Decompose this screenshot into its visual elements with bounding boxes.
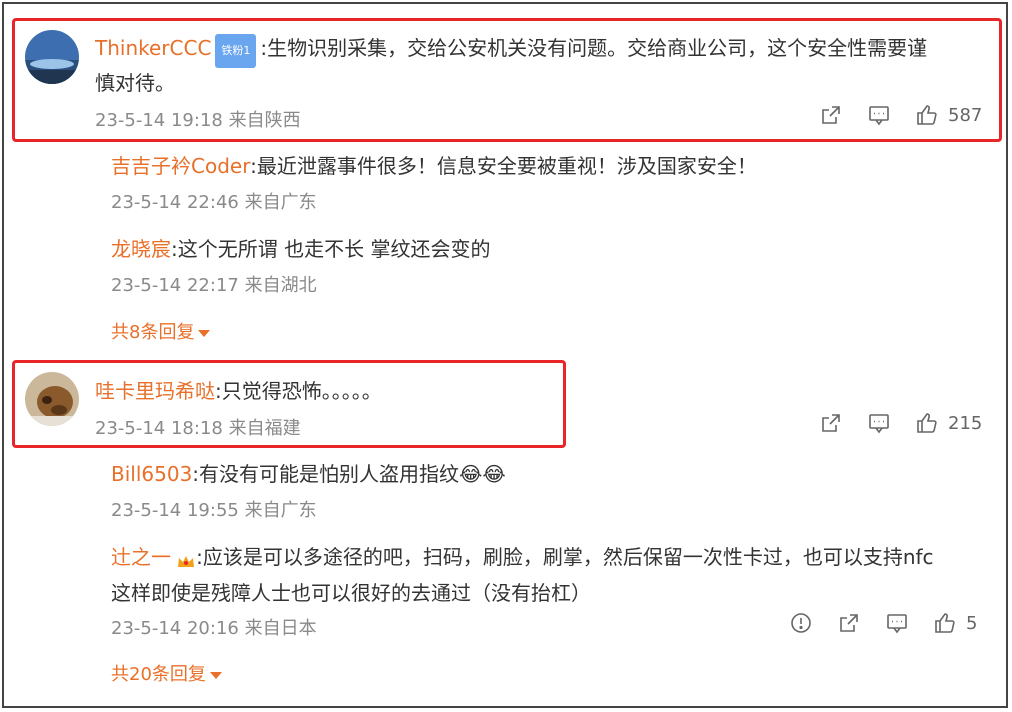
thumbs-up-icon [934,612,956,634]
reply-text: :有没有可能是怕别人盗用指纹😂😂 [192,462,506,486]
reply-2: 辻之一 :应该是可以多途径的吧，扫码，刷脸，刷掌，然后保留一次性卡过，也可以支持… [111,540,934,612]
comment-actions: 215 [820,412,982,434]
reply-username[interactable]: 龙晓宸 [111,237,171,261]
like-button[interactable]: 215 [916,412,982,434]
comment-icon[interactable] [886,612,908,634]
comment-body-2: 哇卡里玛希哒:只觉得恐怖。。。。。 [95,375,382,404]
comment-text-continued: 慎对待。 [95,70,175,95]
reply-text: :最近泄露事件很多！信息安全要被重视！涉及国家安全！ [250,154,757,178]
thumbs-up-icon [916,412,938,434]
reply-meta: 23-5-14 20:16 来自日本 [111,618,317,639]
avatar[interactable] [25,30,79,84]
reply-actions: 5 [790,612,977,634]
comment-icon[interactable] [868,412,890,434]
comment-meta: 23-5-14 19:18 来自陕西 [95,110,301,131]
comment-actions: 587 [820,104,982,126]
reply-meta: 23-5-14 19:55 来自广东 [111,500,317,521]
reply-username[interactable]: Bill6503 [111,462,192,486]
more-replies-label: 共20条回复 [111,664,206,685]
caret-down-icon [209,671,222,679]
reply-text: :应该是可以多途径的吧，扫码，刷脸，刷掌，然后保留一次性卡过，也可以支持nfc [196,545,934,569]
username[interactable]: ThinkerCCC [95,36,211,60]
more-replies-label: 共8条回复 [111,322,195,343]
reply-username[interactable]: 吉吉子衿Coder [111,154,250,178]
like-count: 215 [948,412,983,434]
comment-icon[interactable] [868,104,890,126]
reply-meta: 23-5-14 22:46 来自广东 [111,192,317,213]
more-replies-link[interactable]: 共8条回复 [111,318,211,344]
comment-text: :只觉得恐怖。。。。。 [215,379,382,403]
like-count: 587 [948,104,983,126]
like-count: 5 [966,612,978,634]
reply-1: Bill6503:有没有可能是怕别人盗用指纹😂😂 [111,458,506,487]
report-icon[interactable] [790,612,812,634]
more-replies-link[interactable]: 共20条回复 [111,660,222,686]
share-icon[interactable] [820,412,842,434]
comment-meta: 23-5-14 18:18 来自福建 [95,418,301,439]
reply-1: 吉吉子衿Coder:最近泄露事件很多！信息安全要被重视！涉及国家安全！ [111,150,757,179]
avatar[interactable] [25,372,79,426]
comment-text: :生物识别采集，交给公安机关没有问题。交给商业公司，这个安全性需要谨 [260,36,928,60]
thumbs-up-icon [916,104,938,126]
like-button[interactable]: 587 [916,104,982,126]
fan-badge: 铁粉1 [215,33,257,68]
like-button[interactable]: 5 [934,612,977,634]
reply-username[interactable]: 辻之一 [111,545,171,569]
reply-2: 龙晓宸:这个无所谓 也走不长 掌纹还会变的 [111,233,490,262]
crown-icon [176,550,196,570]
share-icon[interactable] [820,104,842,126]
username[interactable]: 哇卡里玛希哒 [95,379,215,403]
reply-text-continued: 这样即使是残障人士也可以很好的去通过（没有抬杠） [111,581,591,605]
comment-body-1: ThinkerCCC 铁粉1:生物识别采集，交给公安机关没有问题。交给商业公司，这… [95,33,995,100]
caret-down-icon [198,329,211,337]
reply-meta: 23-5-14 22:17 来自湖北 [111,275,317,296]
reply-text: :这个无所谓 也走不长 掌纹还会变的 [171,237,491,261]
share-icon[interactable] [838,612,860,634]
